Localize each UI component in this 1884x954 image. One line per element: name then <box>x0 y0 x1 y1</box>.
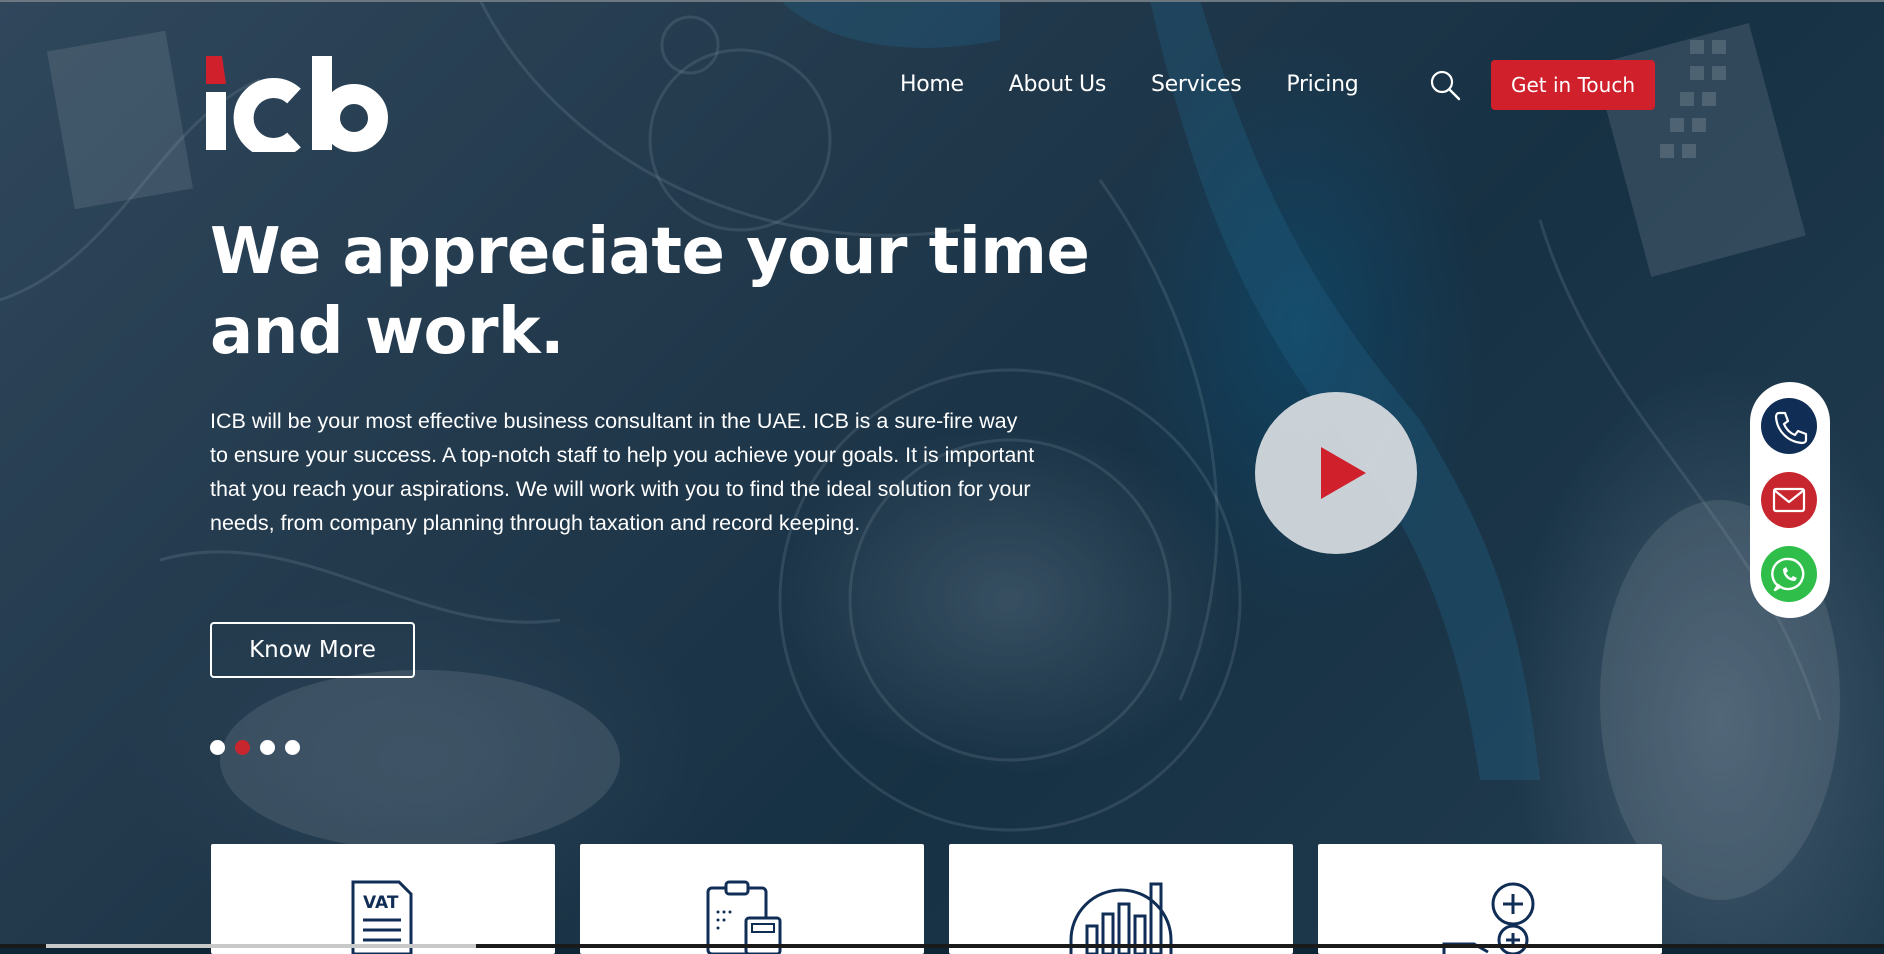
hero-headline: We appreciate your time and work. <box>210 212 1110 372</box>
nav-services[interactable]: Services <box>1151 72 1242 97</box>
slider-pagination <box>210 740 310 755</box>
service-card-analytics[interactable] <box>949 844 1293 954</box>
nav-about-us[interactable]: About Us <box>1009 72 1107 97</box>
scrollbar-thumb[interactable] <box>46 944 476 948</box>
email-button[interactable] <box>1761 472 1817 528</box>
service-card-vat[interactable]: VAT <box>211 844 555 954</box>
slide-dot-3[interactable] <box>260 740 275 755</box>
bar-chart-icon <box>1069 882 1173 954</box>
play-video-button[interactable] <box>1255 392 1417 554</box>
service-card-finance[interactable] <box>1318 844 1662 954</box>
service-card-accounting[interactable] <box>580 844 924 954</box>
clipboard-calculator-icon <box>706 880 782 954</box>
nav-pricing[interactable]: Pricing <box>1286 72 1358 97</box>
phone-icon <box>1774 411 1808 445</box>
main-nav: Home About Us Services Pricing <box>900 72 1403 97</box>
icb-logo[interactable] <box>204 56 394 152</box>
vat-document-icon: VAT <box>351 880 413 954</box>
contact-widget <box>1750 382 1830 618</box>
hero-headline-line-2: and work. <box>210 295 564 369</box>
plus-coins-icon <box>1442 882 1535 954</box>
slide-dot-2-active[interactable] <box>235 740 250 755</box>
whatsapp-icon <box>1771 557 1805 592</box>
top-border <box>0 0 1884 2</box>
mail-icon <box>1772 487 1806 513</box>
know-more-button[interactable]: Know More <box>210 622 415 678</box>
slide-dot-4[interactable] <box>285 740 300 755</box>
slide-dot-1[interactable] <box>210 740 225 755</box>
whatsapp-button[interactable] <box>1761 546 1817 602</box>
phone-button[interactable] <box>1761 398 1817 454</box>
nav-home[interactable]: Home <box>900 72 964 97</box>
vat-icon-text: VAT <box>363 893 399 913</box>
search-icon[interactable] <box>1428 68 1462 102</box>
hero-description: ICB will be your most effective business… <box>210 409 1035 535</box>
bottom-scrollbar[interactable] <box>0 944 1884 948</box>
play-icon <box>1321 447 1366 499</box>
hero-headline-line-1: We appreciate your time <box>210 215 1090 289</box>
get-in-touch-button[interactable]: Get in Touch <box>1491 60 1655 110</box>
